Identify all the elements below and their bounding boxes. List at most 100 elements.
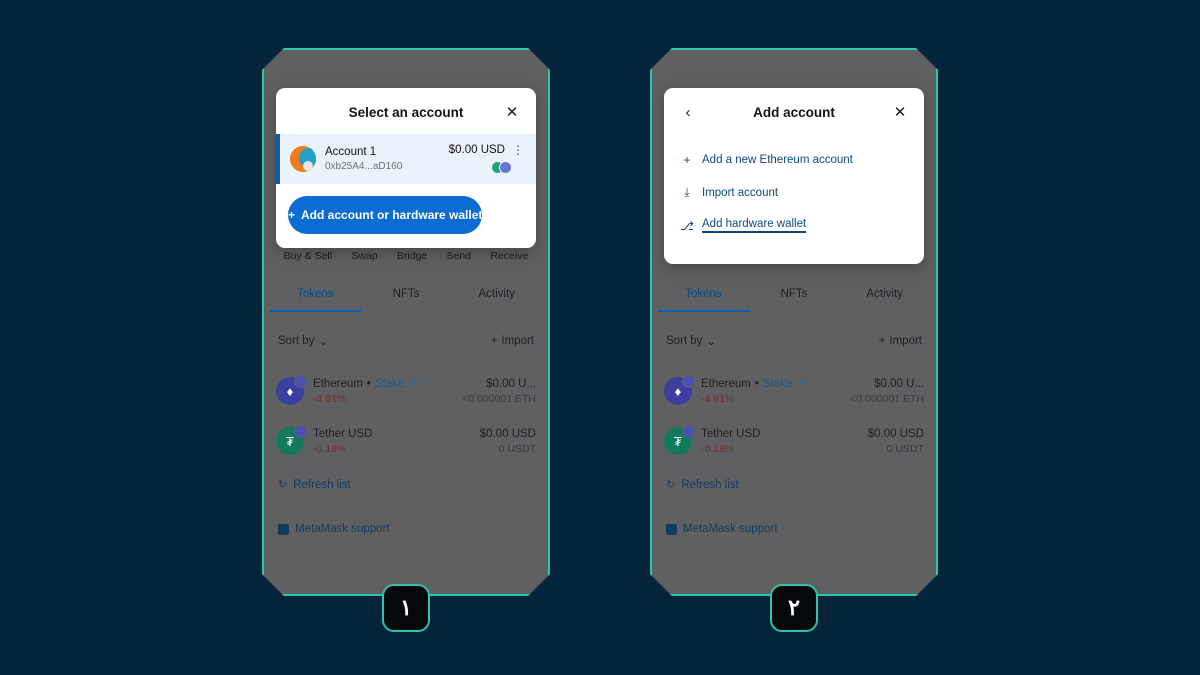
menu-item-import-account[interactable]: ⤓ Import account	[664, 176, 924, 209]
menu-item-label: Import account	[702, 186, 779, 199]
select-account-modal: ‹ Select an account ✕ Account 1 0xb25A4.…	[276, 88, 536, 248]
screenshot-stage: Buy & Sell Swap Bridge Send Receive Toke…	[0, 0, 1200, 675]
token-row-tether[interactable]: ₮ Tether USD -0.18% $0.00 USD 0 USDT	[276, 416, 536, 466]
token-name-tether: Tether USD	[313, 427, 373, 440]
hardware-wallet-icon: ⎇	[680, 218, 694, 233]
ethereum-glyph: ♦	[674, 383, 682, 399]
add-account-menu: + Add a new Ethereum account ⤓ Import ac…	[664, 134, 924, 264]
tab-tokens[interactable]: Tokens	[270, 288, 361, 312]
chevron-down-icon: ⌄	[318, 336, 329, 348]
network-badge-icon	[294, 375, 307, 388]
token-row-ethereum[interactable]: ♦ Ethereum • Stake ⚘ -4.91% $0.00 U... <…	[664, 366, 924, 416]
stake-link[interactable]: Stake	[375, 378, 404, 390]
metamask-support-link[interactable]: MetaMask support	[278, 523, 390, 535]
account-address: 0xb25A4...aD160	[325, 161, 403, 172]
action-bridge[interactable]: Bridge	[397, 250, 427, 262]
menu-item-add-hardware-wallet[interactable]: ⎇ Add hardware wallet	[664, 209, 924, 242]
plus-icon: +	[490, 335, 498, 347]
account-list-item[interactable]: Account 1 0xb25A4...aD160 $0.00 USD ⋮	[276, 134, 536, 184]
token-fiat-ethereum: $0.00 U...	[486, 377, 536, 390]
panel-2: Buy & Sell Swap Bridge Send Receive Toke…	[650, 48, 938, 632]
token-fiat-tether: $0.00 USD	[867, 427, 924, 440]
token-separator: •	[754, 377, 759, 390]
sort-by-button[interactable]: Sort by ⌄	[666, 334, 716, 348]
close-icon[interactable]: ✕	[502, 102, 522, 122]
tab-tokens[interactable]: Tokens	[658, 288, 749, 312]
tether-glyph: ₮	[674, 433, 682, 449]
back-icon[interactable]: ‹	[678, 102, 698, 122]
refresh-list-link[interactable]: ↻ Refresh list	[666, 478, 778, 491]
token-amount-tether: 0 USDT	[886, 442, 924, 455]
import-icon: ⤓	[684, 185, 690, 199]
panel-1: Buy & Sell Swap Bridge Send Receive Toke…	[262, 48, 550, 632]
refresh-list-label: Refresh list	[681, 478, 739, 491]
add-account-title: Add account	[753, 104, 835, 120]
sort-by-label: Sort by	[666, 335, 703, 347]
import-token-button[interactable]: + Import	[879, 335, 922, 347]
token-row-tether[interactable]: ₮ Tether USD -0.18% $0.00 USD 0 USDT	[664, 416, 924, 466]
action-receive[interactable]: Receive	[490, 250, 528, 262]
refresh-icon: ↻	[278, 479, 288, 491]
sprout-icon: ⚘	[796, 378, 807, 390]
wallet-footer-2: ↻ Refresh list MetaMask support	[666, 478, 778, 567]
token-fiat-ethereum: $0.00 U...	[874, 377, 924, 390]
chevron-down-icon: ⌄	[706, 336, 717, 348]
metamask-support-link[interactable]: MetaMask support	[666, 523, 778, 535]
kebab-menu-icon[interactable]: ⋮	[512, 144, 524, 156]
ethereum-glyph: ♦	[286, 383, 294, 399]
panel-2-frame: Buy & Sell Swap Bridge Send Receive Toke…	[650, 48, 938, 596]
avatar	[290, 146, 316, 172]
token-separator: •	[366, 377, 371, 390]
tab-activity[interactable]: Activity	[839, 288, 930, 312]
add-account-modal: ‹ Add account ✕ + Add a new Ethereum acc…	[664, 88, 924, 264]
token-amount-tether: 0 USDT	[498, 442, 536, 455]
select-account-modal-header: ‹ Select an account ✕	[276, 88, 536, 134]
token-name-ethereum: Ethereum	[701, 377, 751, 390]
tether-token-icon: ₮	[664, 427, 692, 455]
account-balance: $0.00 USD	[448, 144, 505, 156]
menu-item-label: Add hardware wallet	[702, 218, 806, 233]
token-fiat-tether: $0.00 USD	[479, 427, 536, 440]
network-badge-icon	[682, 375, 695, 388]
panel-step-badge-1: ۱	[382, 584, 430, 632]
action-send[interactable]: Send	[447, 250, 472, 262]
network-badge-icon	[682, 425, 695, 438]
action-swap[interactable]: Swap	[351, 250, 377, 262]
close-icon[interactable]: ✕	[890, 102, 910, 122]
tab-nfts[interactable]: NFTs	[749, 288, 840, 312]
metamask-support-label: MetaMask support	[295, 523, 390, 535]
metamask-support-icon	[666, 524, 677, 535]
token-amount-ethereum: <0.000001 ETH	[850, 392, 924, 405]
ethereum-token-icon: ♦	[664, 377, 692, 405]
tab-activity[interactable]: Activity	[451, 288, 542, 312]
action-row-1: Buy & Sell Swap Bridge Send Receive	[264, 250, 548, 262]
metamask-support-label: MetaMask support	[683, 523, 778, 535]
menu-item-add-new-ethereum-account[interactable]: + Add a new Ethereum account	[664, 144, 924, 176]
sort-by-button[interactable]: Sort by ⌄	[278, 334, 328, 348]
import-token-button[interactable]: + Import	[491, 335, 534, 347]
eth-network-icon	[499, 161, 512, 174]
plus-icon: +	[683, 153, 691, 167]
wallet-footer-1: ↻ Refresh list MetaMask support	[278, 478, 390, 567]
stake-link[interactable]: Stake	[763, 378, 792, 390]
token-row-ethereum[interactable]: ♦ Ethereum • Stake ⚘ -4.91% $0.00 U... <…	[276, 366, 536, 416]
import-label: Import	[501, 335, 534, 347]
ethereum-token-icon: ♦	[276, 377, 304, 405]
add-account-or-hardware-wallet-button[interactable]: + Add account or hardware wallet	[288, 196, 482, 234]
tether-token-icon: ₮	[276, 427, 304, 455]
panel-step-badge-2: ۲	[770, 584, 818, 632]
sprout-icon: ⚘	[408, 378, 419, 390]
token-list-2: ♦ Ethereum • Stake ⚘ -4.91% $0.00 U... <…	[652, 366, 936, 466]
action-buy-sell[interactable]: Buy & Sell	[284, 250, 332, 262]
select-account-title: Select an account	[348, 104, 464, 120]
token-change-tether: -0.18%	[701, 442, 735, 455]
plus-icon: +	[878, 335, 886, 347]
tab-nfts[interactable]: NFTs	[361, 288, 452, 312]
token-amount-ethereum: <0.000001 ETH	[462, 392, 536, 405]
metamask-support-icon	[278, 524, 289, 535]
list-controls-2: Sort by ⌄ + Import	[652, 334, 936, 348]
refresh-list-link[interactable]: ↻ Refresh list	[278, 478, 390, 491]
wallet-tabs-1: Tokens NFTs Activity	[264, 288, 548, 312]
tether-glyph: ₮	[286, 433, 294, 449]
account-name: Account 1	[325, 146, 377, 158]
